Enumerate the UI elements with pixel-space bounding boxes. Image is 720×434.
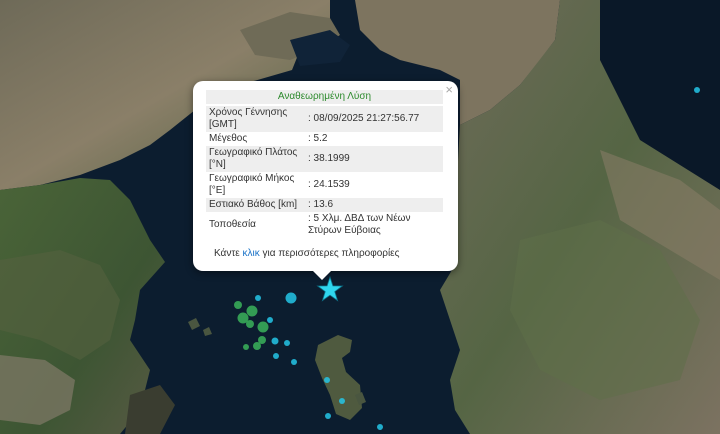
- row-origin-time: Χρόνος Γέννησης [GMT] : 08/09/2025 21:27…: [206, 106, 443, 132]
- event-info-popup: × Αναθεωρημένη Λύση Χρόνος Γέννησης [GMT…: [193, 81, 458, 280]
- event-marker: [246, 320, 254, 328]
- event-marker: [267, 317, 273, 323]
- magnitude-label: Μέγεθος: [209, 133, 248, 144]
- row-depth: Εστιακό Βάθος [km] : 13.6: [206, 198, 443, 212]
- depth-value: : 13.6: [305, 198, 443, 212]
- magnitude-value: : 5.2: [308, 133, 328, 144]
- event-marker: [257, 321, 269, 333]
- close-icon[interactable]: ×: [445, 83, 453, 97]
- event-marker: [243, 344, 249, 350]
- longitude-label: Γεωγραφικό Μήκος [°E]: [209, 173, 295, 196]
- location-label: Τοποθεσία: [209, 219, 256, 230]
- event-marker: [246, 305, 258, 317]
- event-marker: [339, 398, 345, 404]
- location-value: : 5 Χλμ. ΔΒΔ των Νέων Στύρων Εύβοιας: [308, 213, 411, 236]
- origin-time-label: Χρόνος Γέννησης [GMT]: [206, 106, 305, 132]
- latitude-label: Γεωγραφικό Πλάτος [°N]: [206, 146, 305, 172]
- more-info-suffix: για περισσότερες πληροφορίες: [262, 248, 400, 259]
- event-marker: [271, 337, 279, 345]
- event-marker: [377, 424, 383, 430]
- event-marker: [255, 295, 261, 301]
- popup-title: Αναθεωρημένη Λύση: [206, 90, 443, 104]
- more-info-prefix: Κάντε: [214, 248, 240, 259]
- latitude-value: : 38.1999: [305, 146, 443, 172]
- event-marker: [234, 301, 242, 309]
- more-info-text: Κάντε κλικ για περισσότερες πληροφορίες: [214, 248, 399, 259]
- event-marker: [325, 413, 331, 419]
- row-latitude: Γεωγραφικό Πλάτος [°N] : 38.1999: [206, 146, 443, 172]
- event-marker: [285, 292, 297, 304]
- event-marker: [253, 342, 261, 350]
- event-marker: [284, 340, 290, 346]
- more-info-link[interactable]: κλικ: [243, 248, 260, 259]
- origin-time-value: : 08/09/2025 21:27:56.77: [305, 106, 443, 132]
- event-marker: [324, 377, 330, 383]
- row-magnitude: Μέγεθος : 5.2: [206, 132, 443, 146]
- event-marker: [694, 87, 700, 93]
- row-location: Τοποθεσία : 5 Χλμ. ΔΒΔ των Νέων Στύρων Ε…: [206, 212, 443, 238]
- event-marker: [291, 359, 297, 365]
- longitude-value: : 24.1539: [308, 179, 350, 190]
- event-info-table: Χρόνος Γέννησης [GMT] : 08/09/2025 21:27…: [206, 106, 443, 238]
- depth-label: Εστιακό Βάθος [km]: [206, 198, 305, 212]
- event-marker: [273, 353, 279, 359]
- row-longitude: Γεωγραφικό Μήκος [°E] : 24.1539: [206, 172, 443, 198]
